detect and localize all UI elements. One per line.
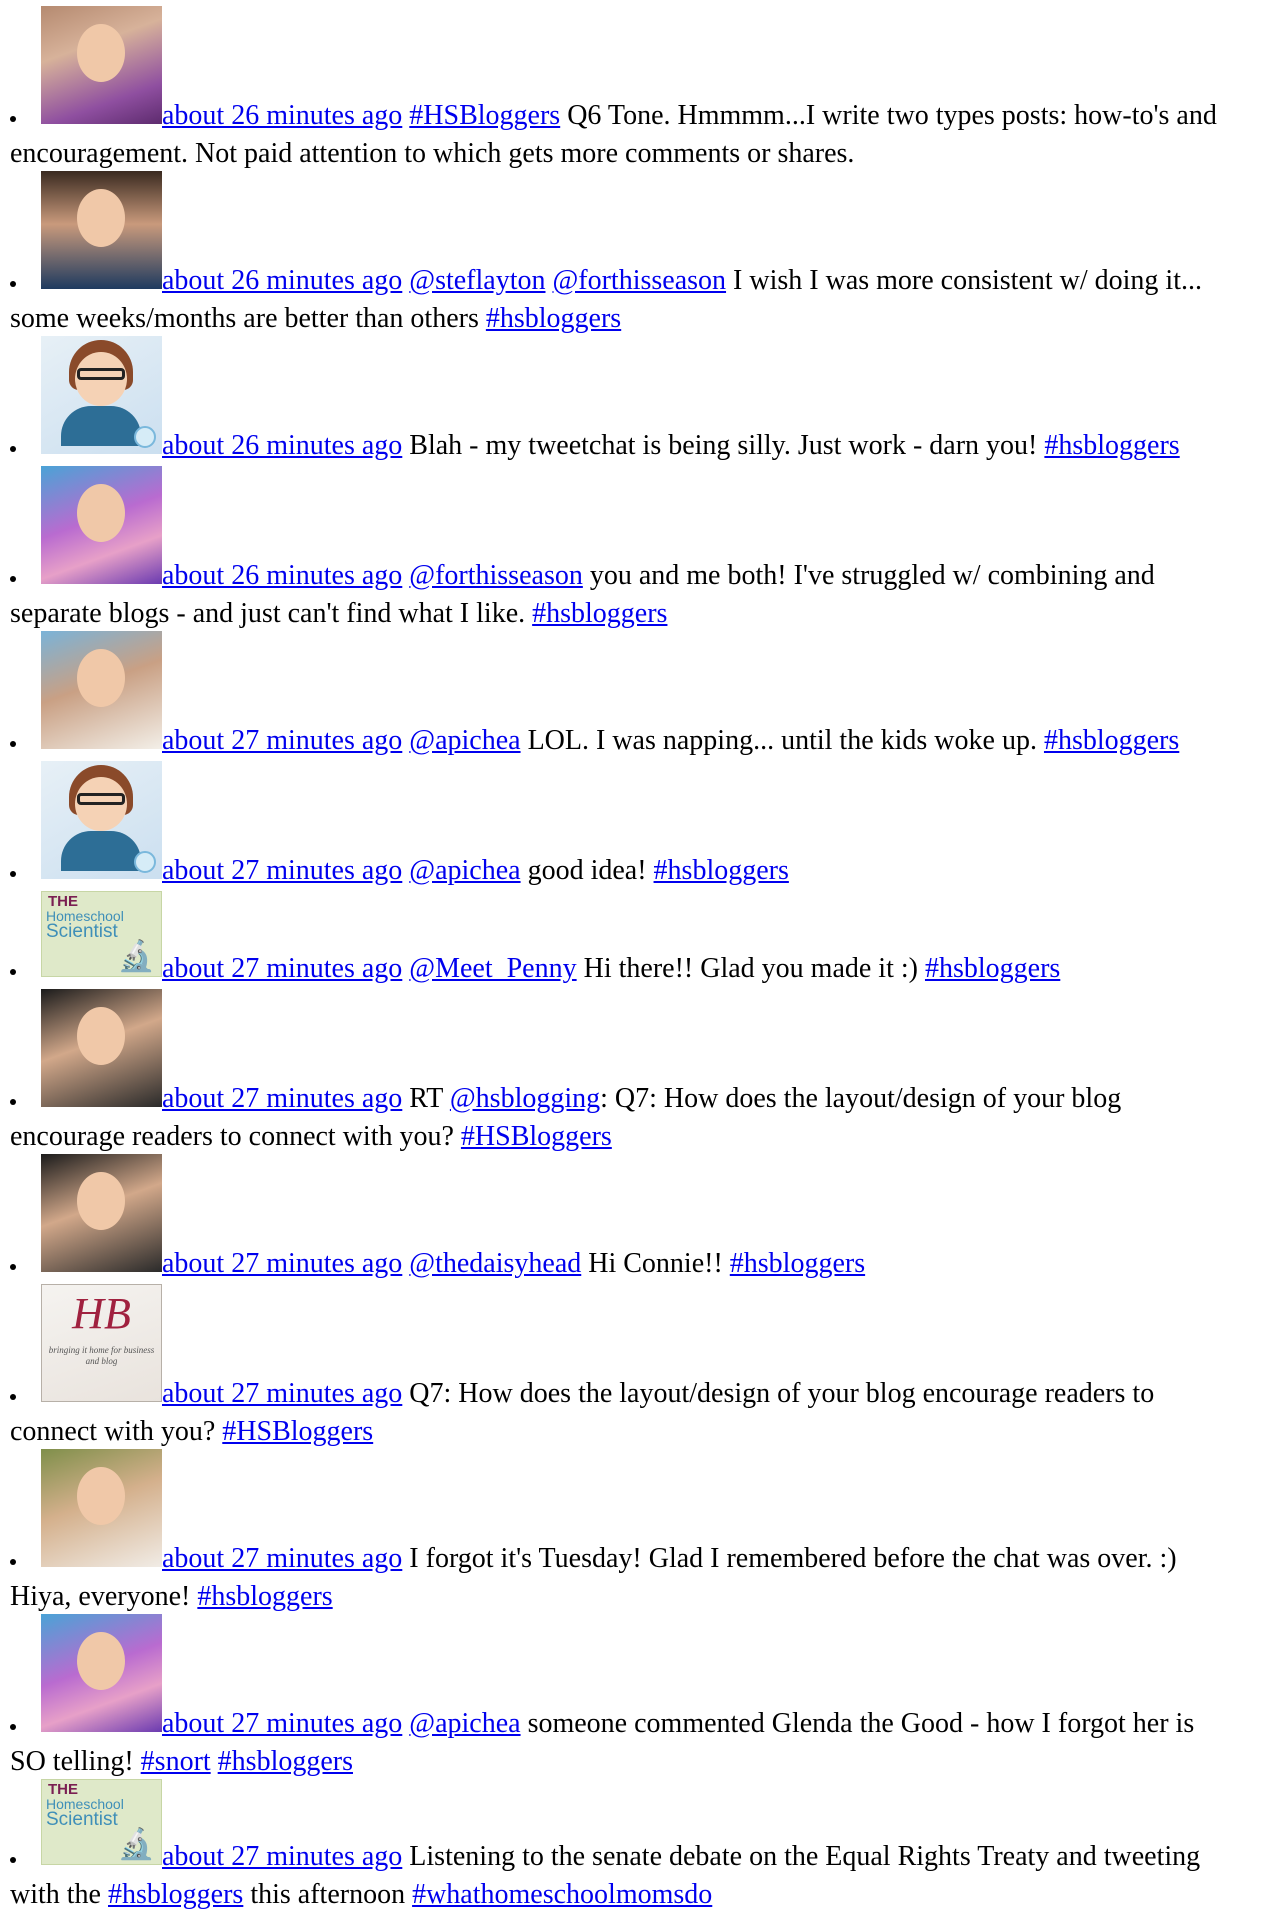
avatar[interactable] [41,761,162,879]
tweet-text: Hi Connie!! [581,1248,730,1279]
avatar[interactable]: HB bringing it home for business and blog [41,1284,162,1402]
tweet-text: Hi there!! Glad you made it :) [576,953,925,984]
timestamp-link[interactable]: about 27 minutes ago [162,725,402,756]
tweet-text: RT [402,1083,450,1114]
tweet-text: Blah - my tweetchat is being silly. Just… [402,430,1045,461]
avatar-face [77,24,125,82]
mention-link[interactable]: @forthisseason [409,560,583,591]
timestamp-link[interactable]: about 27 minutes ago [162,953,402,984]
avatar-body [61,406,141,446]
avatar[interactable] [41,336,162,454]
hashtag-link[interactable]: #hsbloggers [654,855,789,886]
tweet-text [546,265,553,296]
timestamp-link[interactable]: about 27 minutes ago [162,1083,402,1114]
timestamp-link[interactable]: about 27 minutes ago [162,1378,402,1409]
avatar[interactable] [41,989,162,1107]
tweet-text: good idea! [520,855,654,886]
avatar[interactable] [41,1449,162,1567]
avatar[interactable] [41,6,162,124]
timestamp-link[interactable]: about 27 minutes ago [162,1248,402,1279]
tweet-item: THEHomeschoolScientist🔬about 27 minutes … [0,891,1240,989]
avatar-face [77,1007,125,1065]
avatar[interactable]: THEHomeschoolScientist🔬 [41,891,162,977]
mention-link[interactable]: @apichea [409,725,520,756]
tweet-item: about 27 minutes ago @apichea good idea!… [0,761,1240,891]
hashtag-link[interactable]: #hsbloggers [730,1248,865,1279]
avatar-face [77,484,125,542]
timestamp-link[interactable]: about 27 minutes ago [162,1841,402,1872]
timestamp-link[interactable]: about 26 minutes ago [162,265,402,296]
timestamp-link[interactable]: about 26 minutes ago [162,560,402,591]
mention-link[interactable]: @hsblogging [450,1083,600,1114]
globe-icon [134,851,156,873]
microscope-icon: 🔬 [117,1828,155,1861]
avatar-face [77,649,125,707]
hashtag-link[interactable]: #snort [141,1746,211,1777]
tweet-item: about 27 minutes ago I forgot it's Tuesd… [0,1449,1240,1614]
hashtag-link[interactable]: #hsbloggers [925,953,1060,984]
hashtag-link[interactable]: #HSBloggers [222,1416,373,1447]
avatar-face [77,1632,125,1690]
hashtag-link[interactable]: #hsbloggers [1044,725,1179,756]
logo-monogram: HB [72,1289,131,1338]
microscope-icon: 🔬 [117,940,155,973]
tweet-item: THEHomeschoolScientist🔬about 27 minutes … [0,1779,1240,1912]
timestamp-link[interactable]: about 26 minutes ago [162,430,402,461]
hashtag-link[interactable]: #hsbloggers [532,598,667,629]
hashtag-link[interactable]: #HSBloggers [461,1121,612,1152]
timestamp-link[interactable]: about 27 minutes ago [162,1543,402,1574]
avatar[interactable] [41,1614,162,1732]
hashtag-link[interactable]: #HSBloggers [409,100,560,131]
tweet-item: about 27 minutes ago @thedaisyhead Hi Co… [0,1154,1240,1284]
logo-line-3: Scientist [46,921,118,942]
tweet-feed: about 26 minutes ago #HSBloggers Q6 Tone… [0,0,1266,1912]
logo-tagline: bringing it home for business and blog [48,1345,155,1366]
tweet-item: about 26 minutes ago Blah - my tweetchat… [0,336,1240,466]
tweet-item: about 27 minutes ago @apichea LOL. I was… [0,631,1240,761]
mention-link[interactable]: @thedaisyhead [409,1248,581,1279]
mention-link[interactable]: @Meet_Penny [409,953,576,984]
avatar-face [77,1172,125,1230]
avatar-glasses [77,368,125,380]
avatar-face [77,189,125,247]
avatar[interactable] [41,1154,162,1272]
mention-link[interactable]: @forthisseason [553,265,727,296]
avatar-glasses [77,793,125,805]
hashtag-link[interactable]: #hsbloggers [197,1581,332,1612]
tweet-item: about 27 minutes ago @apichea someone co… [0,1614,1240,1779]
avatar[interactable] [41,631,162,749]
mention-link[interactable]: @apichea [409,1708,520,1739]
mention-link[interactable]: @apichea [409,855,520,886]
tweet-item: about 26 minutes ago @steflayton @forthi… [0,171,1240,336]
hashtag-link[interactable]: #hsbloggers [486,303,621,334]
avatar-body [61,831,141,871]
avatar-face [77,1467,125,1525]
mention-link[interactable]: @steflayton [409,265,545,296]
tweet-item: about 27 minutes ago RT @hsblogging: Q7:… [0,989,1240,1154]
hashtag-link[interactable]: #hsbloggers [218,1746,353,1777]
avatar[interactable]: THEHomeschoolScientist🔬 [41,1779,162,1865]
logo-line-3: Scientist [46,1809,118,1830]
tweet-item: HB bringing it home for business and blog… [0,1284,1240,1449]
hashtag-link[interactable]: #hsbloggers [1044,430,1179,461]
avatar[interactable] [41,171,162,289]
tweet-text [211,1746,218,1777]
avatar[interactable] [41,466,162,584]
timestamp-link[interactable]: about 26 minutes ago [162,100,402,131]
timestamp-link[interactable]: about 27 minutes ago [162,855,402,886]
timestamp-link[interactable]: about 27 minutes ago [162,1708,402,1739]
tweet-text: this afternoon [243,1879,413,1910]
hashtag-link[interactable]: #hsbloggers [108,1879,243,1910]
tweet-text: LOL. I was napping... until the kids wok… [520,725,1044,756]
hashtag-link[interactable]: #whathomeschoolmomsdo [412,1879,712,1910]
globe-icon [134,426,156,448]
tweet-item: about 26 minutes ago #HSBloggers Q6 Tone… [0,6,1240,171]
tweet-item: about 26 minutes ago @forthisseason you … [0,466,1240,631]
